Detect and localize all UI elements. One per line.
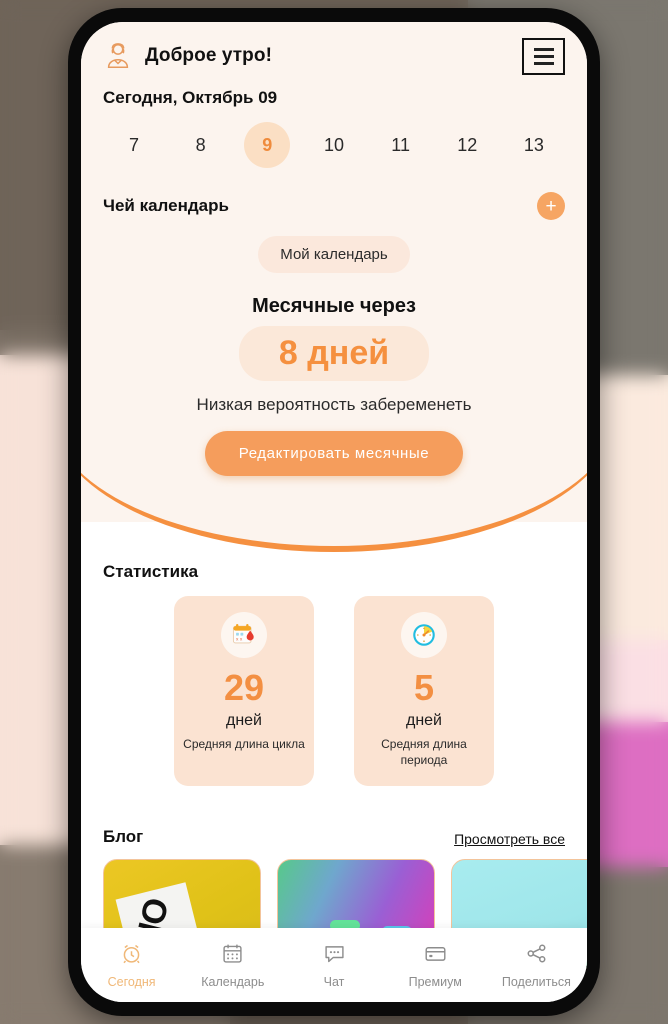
nav-item-today[interactable]: Сегодня bbox=[81, 942, 182, 989]
stat-value-cycle: 29 bbox=[223, 667, 265, 708]
cta-row: Редактировать месячные bbox=[103, 431, 565, 476]
edit-period-button[interactable]: Редактировать месячные bbox=[204, 431, 464, 476]
date-strip: 7 8 9 10 11 12 13 bbox=[103, 122, 565, 168]
nav-label-premium: Премиум bbox=[408, 974, 462, 989]
stat-unit-period: дней bbox=[405, 712, 442, 729]
date-cell-13[interactable]: 13 bbox=[511, 122, 557, 168]
chat-bubble-icon bbox=[323, 942, 346, 970]
alarm-clock-icon bbox=[120, 942, 143, 970]
main-content: Доброе утро! Сегодня, Октябрь 09 7 8 9 1… bbox=[81, 22, 587, 476]
today-date-label: Сегодня, Октябрь 09 bbox=[103, 88, 278, 107]
woman-avatar-icon bbox=[103, 41, 133, 71]
nav-item-share[interactable]: Поделиться bbox=[486, 942, 587, 989]
svg-text:x x: x x bbox=[236, 638, 243, 643]
my-calendar-pill[interactable]: Мой календарь bbox=[258, 236, 410, 273]
greeting-text: Доброе утро! bbox=[145, 45, 273, 66]
calendar-pill-row: Мой календарь bbox=[103, 236, 565, 273]
statistics-section: Статистика x x 29 дней Средняя длина цик… bbox=[81, 562, 587, 787]
statistics-title: Статистика bbox=[103, 562, 199, 581]
days-badge-row: 8 дней bbox=[103, 326, 565, 381]
blog-header: Блог Просмотреть все bbox=[103, 827, 565, 847]
nav-item-premium[interactable]: Премиум bbox=[385, 942, 486, 989]
date-cell-8[interactable]: 8 bbox=[178, 122, 224, 168]
pregnancy-probability-text: Низкая вероятность забеременеть bbox=[196, 395, 472, 414]
calendar-section-header: Чей календарь + bbox=[103, 192, 565, 220]
stat-unit-cycle: дней bbox=[225, 712, 262, 729]
stat-card-period-length[interactable]: 5 дней Средняя длина периода bbox=[354, 596, 494, 787]
calendar-section-title: Чей календарь bbox=[103, 196, 229, 215]
nav-label-share: Поделиться bbox=[501, 974, 571, 989]
date-cell-9-selected[interactable]: 9 bbox=[244, 122, 291, 168]
nav-label-today: Сегодня bbox=[107, 974, 156, 989]
nav-item-chat[interactable]: Чат bbox=[283, 942, 384, 989]
date-cell-12[interactable]: 12 bbox=[444, 122, 490, 168]
calendar-blood-drop-icon: x x bbox=[221, 612, 267, 658]
date-cell-11[interactable]: 11 bbox=[378, 122, 424, 168]
nav-item-calendar[interactable]: Календарь bbox=[182, 942, 283, 989]
app-header: Доброе утро! bbox=[103, 22, 565, 75]
stat-value-period: 5 bbox=[413, 667, 435, 708]
blog-view-all-link[interactable]: Просмотреть все bbox=[454, 831, 565, 847]
stat-description-period: Средняя длина периода bbox=[381, 737, 467, 768]
card-icon bbox=[424, 942, 447, 970]
clock-timer-icon bbox=[401, 612, 447, 658]
calendar-icon bbox=[221, 942, 244, 970]
phone-frame: Доброе утро! Сегодня, Октябрь 09 7 8 9 1… bbox=[68, 8, 600, 1016]
blog-title: Блог bbox=[103, 827, 144, 846]
stat-card-cycle-length[interactable]: x x 29 дней Средняя длина цикла bbox=[174, 596, 314, 787]
nav-label-chat: Чат bbox=[323, 974, 345, 989]
stat-description-cycle: Средняя длина цикла bbox=[183, 737, 305, 751]
nav-label-calendar: Календарь bbox=[201, 974, 265, 989]
date-cell-7[interactable]: 7 bbox=[111, 122, 157, 168]
date-cell-10[interactable]: 10 bbox=[311, 122, 357, 168]
plus-icon[interactable]: + bbox=[537, 192, 565, 220]
phone-screen: Доброе утро! Сегодня, Октябрь 09 7 8 9 1… bbox=[81, 22, 587, 1002]
hamburger-menu-icon[interactable] bbox=[522, 37, 565, 75]
days-until-period-badge: 8 дней bbox=[238, 326, 430, 381]
bottom-navigation-bar: Сегодня Календарь Чат Премиум Поделиться bbox=[81, 928, 587, 1002]
cycle-title: Месячные через bbox=[252, 295, 416, 317]
share-icon bbox=[525, 942, 548, 970]
statistics-cards: x x 29 дней Средняя длина цикла 5 дней С… bbox=[103, 596, 565, 787]
